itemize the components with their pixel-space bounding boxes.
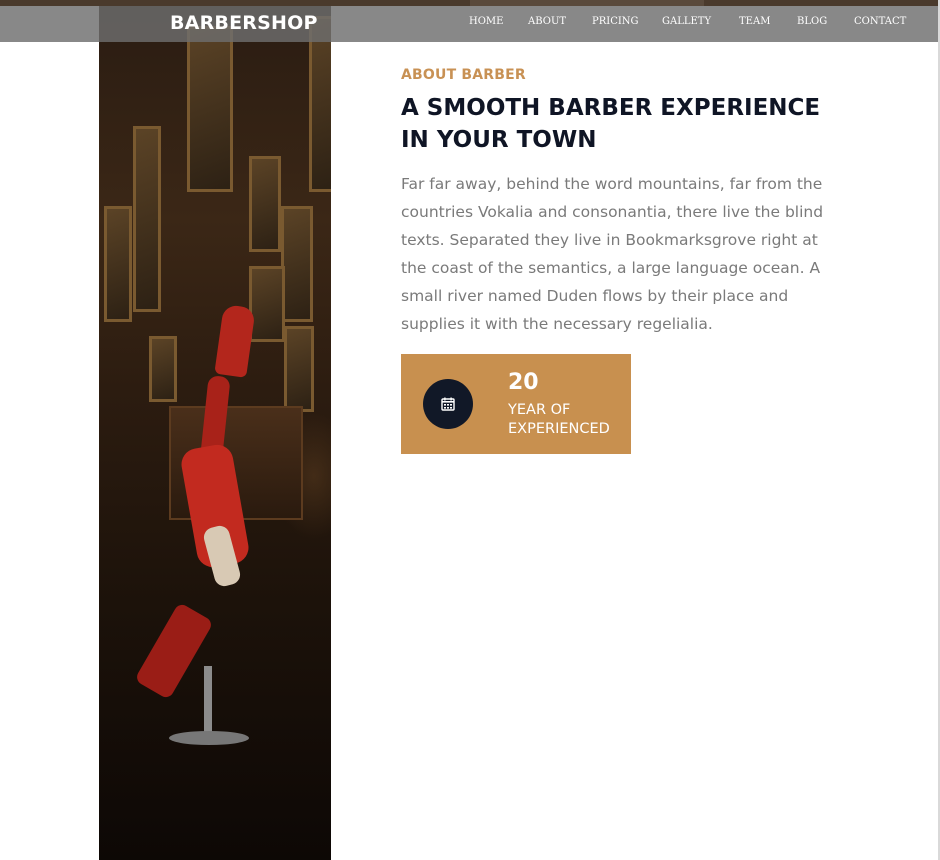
section-heading: A SMOOTH BARBER EXPERIENCE IN YOUR TOWN xyxy=(401,95,821,153)
experience-stat: 20 YEAR OF EXPERIENCED xyxy=(401,354,631,454)
wall-frame xyxy=(249,266,285,342)
nav-pricing[interactable]: PRICING xyxy=(592,16,639,32)
wall-frame xyxy=(104,206,132,322)
chair-back xyxy=(214,304,256,378)
navbar: BARBERSHOP HOME ABOUT PRICING GALLETY TE… xyxy=(0,6,940,42)
chair-base xyxy=(169,731,249,745)
nav-gallery[interactable]: GALLETY xyxy=(662,16,711,32)
calendar-icon xyxy=(441,397,455,411)
wall-frame xyxy=(187,26,233,192)
stat-label: YEAR OF EXPERIENCED xyxy=(508,402,610,437)
section-eyebrow: ABOUT BARBER xyxy=(401,67,526,83)
wall-frame xyxy=(309,16,331,192)
wall-frame xyxy=(284,326,314,412)
nav-home[interactable]: HOME xyxy=(469,16,503,32)
nav-blog[interactable]: BLOG xyxy=(797,16,827,32)
wall-frame xyxy=(133,126,161,312)
nav-team[interactable]: TEAM xyxy=(739,16,770,32)
stat-number: 20 xyxy=(508,370,539,395)
wall-frame xyxy=(249,156,281,252)
barbershop-photo xyxy=(99,6,331,860)
nav-about[interactable]: ABOUT xyxy=(528,16,566,32)
nav-contact[interactable]: CONTACT xyxy=(854,16,906,32)
section-body: Far far away, behind the word mountains,… xyxy=(401,175,824,333)
calendar-icon-circle xyxy=(423,379,473,429)
chair-footrest xyxy=(134,602,214,700)
chair-pole xyxy=(204,666,212,736)
wall-frame xyxy=(149,336,177,402)
wall-frame xyxy=(281,206,313,322)
brand-logo[interactable]: BARBERSHOP xyxy=(170,8,318,38)
